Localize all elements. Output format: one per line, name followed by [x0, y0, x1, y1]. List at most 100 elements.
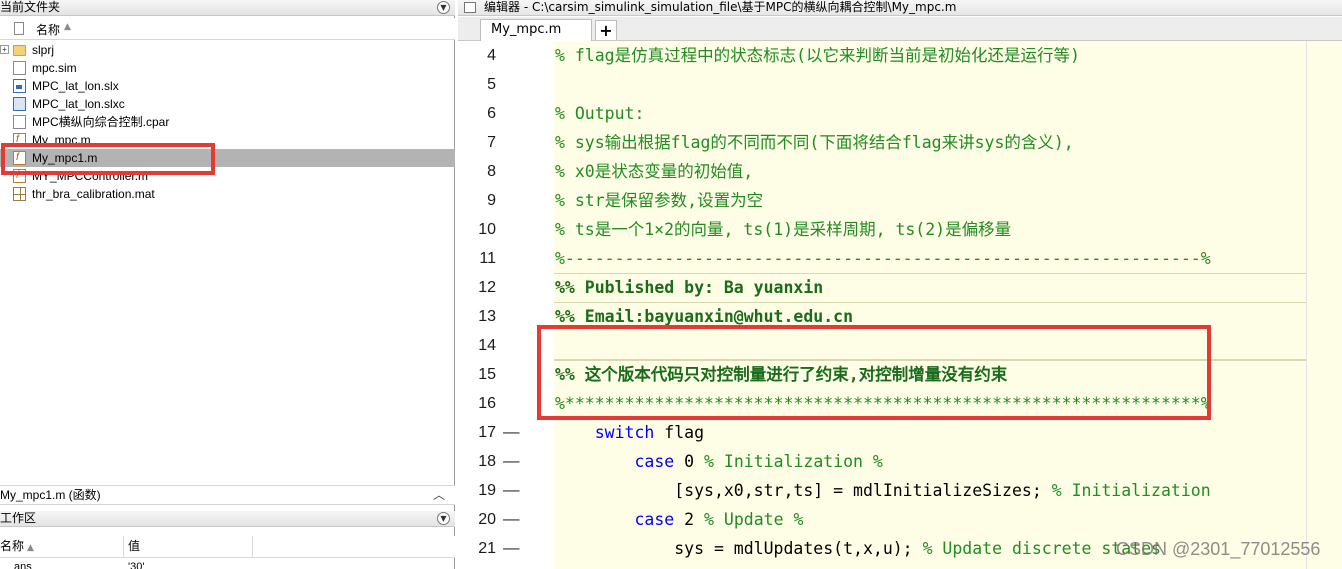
- file-row[interactable]: MPC_lat_lon.slxc: [0, 95, 455, 113]
- ws-value-column[interactable]: 值: [125, 536, 253, 558]
- keyword-token: case: [634, 510, 675, 529]
- panel-menu-icon[interactable]: ▼: [437, 1, 450, 14]
- simulink-cache-icon: [13, 97, 26, 111]
- line-number: 15: [478, 366, 496, 383]
- simulink-model-icon: [13, 79, 26, 93]
- ws-var-name: ans: [14, 561, 32, 569]
- code-line[interactable]: 9 % str是保留参数,设置为空: [458, 186, 1342, 215]
- code-token: 0: [674, 452, 705, 471]
- line-number: 20: [478, 511, 496, 528]
- code-text: % flag是仿真过程中的状态标志(以它来判断当前是初始化还是运行等): [555, 46, 1080, 65]
- code-token: flag: [654, 423, 705, 442]
- line-number: 18: [478, 453, 496, 470]
- tab-my-mpc[interactable]: My_mpc.m: [480, 19, 592, 41]
- file-row[interactable]: MPC_lat_lon.slx: [0, 77, 455, 95]
- line-number: 5: [487, 76, 496, 93]
- code-text: % str是保留参数,设置为空: [555, 191, 764, 210]
- file-name: MPC横纵向综合控制.cpar: [32, 115, 170, 129]
- keyword-token: case: [634, 452, 675, 471]
- line-number: 16: [478, 395, 496, 412]
- current-folder-title: 当前文件夹: [0, 0, 61, 14]
- code-token: [sys,x0,str,ts] = mdlInitializeSizes;: [555, 481, 1052, 500]
- breakpoint-dash-icon[interactable]: —: [503, 418, 520, 447]
- file-icon: [13, 61, 26, 75]
- current-folder-panel-title[interactable]: 当前文件夹 ▼: [0, 0, 455, 16]
- add-tab-button[interactable]: +: [595, 20, 617, 40]
- line-number: 19: [478, 482, 496, 499]
- line-number: 13: [478, 308, 496, 325]
- file-name: MPC_lat_lon.slxc: [32, 97, 125, 111]
- ws-name-column[interactable]: 名称 ▲: [0, 536, 124, 558]
- code-line[interactable]: 11 %-------------------------------------…: [458, 244, 1342, 273]
- highlight-box-code: [537, 325, 1211, 420]
- breakpoint-dash-icon[interactable]: —: [503, 505, 520, 534]
- code-line[interactable]: 4 % flag是仿真过程中的状态标志(以它来判断当前是初始化还是运行等): [458, 41, 1342, 70]
- line-number: 21: [478, 540, 496, 557]
- ws-value-header: 值: [128, 539, 141, 553]
- line-number: 7: [487, 134, 496, 151]
- code-text: [sys,x0,str,ts] = mdlInitializeSizes; % …: [555, 476, 1211, 505]
- left-pane: 当前文件夹 ▼ 名称 ▲ + slprj mpc.sim MPC_lat_lon.sl…: [0, 0, 455, 569]
- collapse-caret-icon[interactable]: ︿: [433, 486, 445, 504]
- watermark: CSDN @2301_77012556: [1116, 539, 1321, 559]
- file-row[interactable]: + slprj: [0, 41, 455, 59]
- code-line[interactable]: 7 % sys输出根据flag的不同而不同(下面将结合flag来讲sys的含义),: [458, 128, 1342, 157]
- line-number: 17: [478, 424, 496, 441]
- code-line[interactable]: 19 — [sys,x0,str,ts] = mdlInitializeSizes…: [458, 476, 1342, 505]
- workspace-menu-icon[interactable]: ▼: [437, 512, 450, 525]
- file-name: MPC_lat_lon.slx: [32, 79, 119, 93]
- editor-icon: [464, 2, 476, 13]
- details-text: My_mpc1.m (函数): [0, 488, 101, 502]
- line-number: 6: [487, 105, 496, 122]
- highlight-box-file: [1, 143, 215, 175]
- editor-pane: 编辑器 - C:\carsim_simulink_simulation_file…: [458, 0, 1342, 569]
- code-line[interactable]: 18 — case 0 % Initialization %: [458, 447, 1342, 476]
- cell-separator: [554, 302, 1306, 303]
- line-number: 8: [487, 163, 496, 180]
- ws-var-value: '30': [128, 561, 145, 569]
- file-row[interactable]: MPC横纵向综合控制.cpar: [0, 113, 455, 131]
- code-line[interactable]: 20 — case 2 % Update %: [458, 505, 1342, 534]
- keyword-token: switch: [594, 423, 655, 442]
- file-icon: [13, 115, 26, 129]
- editor-title: 编辑器 - C:\carsim_simulink_simulation_file…: [484, 0, 957, 14]
- code-line[interactable]: 8 % x0是状态变量的初始值,: [458, 157, 1342, 186]
- code-line[interactable]: 17 — switch flag: [458, 418, 1342, 447]
- sort-ascending-icon: ▲: [64, 22, 71, 32]
- cell-separator: [554, 273, 1306, 274]
- ws-sort-icon: ▲: [27, 543, 34, 553]
- file-row[interactable]: mpc.sim: [0, 59, 455, 77]
- code-text: switch flag: [555, 418, 704, 447]
- editor-title-bar: 编辑器 - C:\carsim_simulink_simulation_file…: [458, 0, 1342, 16]
- code-line[interactable]: 10 % ts是一个1×2的向量, ts(1)是采样周期, ts(2)是偏移量: [458, 215, 1342, 244]
- line-number: 10: [478, 221, 496, 238]
- details-bar[interactable]: My_mpc1.m (函数) ︿: [0, 485, 455, 505]
- code-text: case 2 % Update %: [555, 505, 803, 534]
- code-line[interactable]: 6 % Output:: [458, 99, 1342, 128]
- code-line[interactable]: 12 %% Published by: Ba yuanxin: [458, 273, 1342, 302]
- ws-name-header: 名称: [0, 539, 25, 553]
- breakpoint-dash-icon[interactable]: —: [503, 447, 520, 476]
- code-token: sys = mdlUpdates(t,x,u);: [555, 539, 923, 558]
- tab-label: My_mpc.m: [491, 22, 562, 37]
- name-column-header[interactable]: 名称: [36, 21, 60, 38]
- file-name: thr_bra_calibration.mat: [32, 187, 155, 201]
- expand-icon[interactable]: +: [0, 45, 9, 54]
- code-area[interactable]: 4 % flag是仿真过程中的状态标志(以它来判断当前是初始化还是运行等) 5 6 % …: [458, 41, 1342, 569]
- workspace-panel-title[interactable]: 工作区 ▼: [0, 511, 455, 527]
- code-line[interactable]: 5: [458, 70, 1342, 99]
- workspace-row[interactable]: ans '30': [0, 559, 455, 569]
- comment-token: % Initialization: [1051, 481, 1211, 500]
- file-name: mpc.sim: [32, 61, 77, 75]
- code-text: % Output:: [555, 104, 645, 123]
- code-text: %% Published by: Ba yuanxin: [555, 278, 824, 297]
- file-row[interactable]: thr_bra_calibration.mat: [0, 185, 455, 203]
- breakpoint-dash-icon[interactable]: —: [503, 534, 520, 563]
- file-type-icon: [14, 22, 24, 35]
- comment-token: % Initialization %: [704, 452, 883, 471]
- comment-token: % Update %: [704, 510, 804, 529]
- breakpoint-dash-icon[interactable]: —: [503, 476, 520, 505]
